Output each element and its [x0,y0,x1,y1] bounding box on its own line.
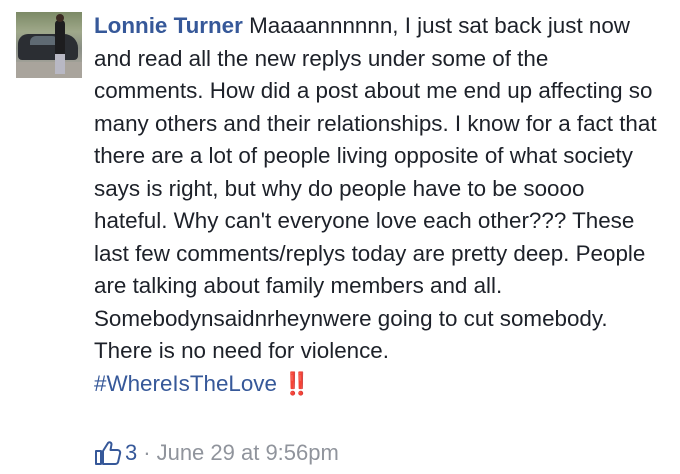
avatar-ground [16,62,82,78]
comment-footer: 3 · June 29 at 9:56pm [94,438,339,468]
meta-separator: · [143,440,151,465]
author-name-link[interactable]: Lonnie Turner [94,13,243,38]
avatar-head [56,14,64,22]
like-count[interactable]: 3 [125,440,137,466]
hashtag-link[interactable]: #WhereIsTheLove [94,371,277,396]
thumbs-up-icon[interactable] [94,440,122,466]
avatar-legs [55,54,65,74]
double-exclamation-emoji: ‼️ [283,370,311,396]
comment-body: Lonnie Turner Maaaannnnnn, I just sat ba… [94,10,664,400]
avatar[interactable] [16,12,82,78]
comment-text: Maaaannnnnn, I just sat back just now an… [94,13,657,363]
comment: Lonnie Turner Maaaannnnnn, I just sat ba… [0,0,680,474]
timestamp-link[interactable]: June 29 at 9:56pm [157,440,339,466]
